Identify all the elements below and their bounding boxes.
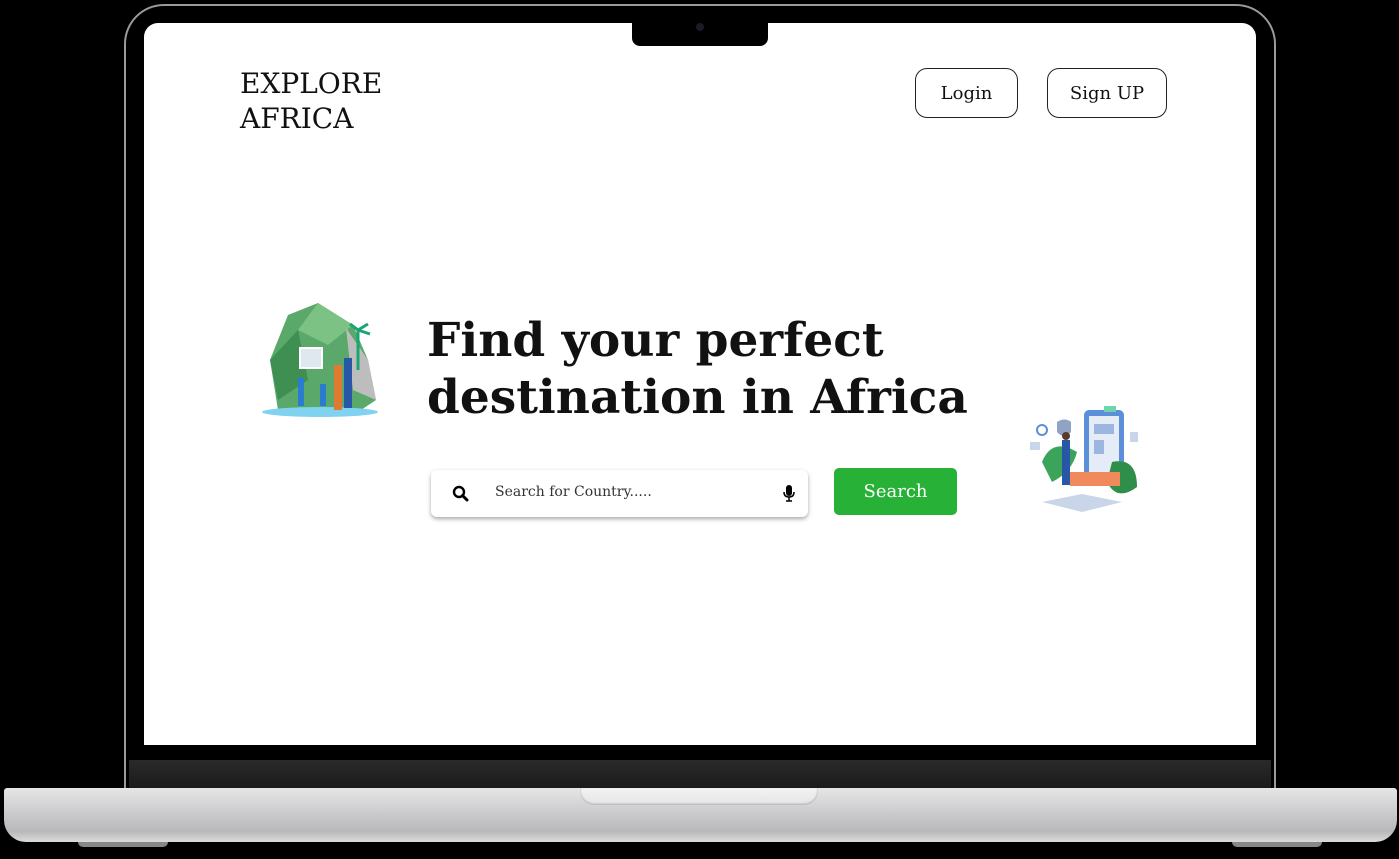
search-bar[interactable] bbox=[431, 470, 808, 517]
mobile-app-illustration bbox=[1030, 406, 1138, 512]
headline-line: Find your perfect bbox=[427, 313, 884, 368]
login-button[interactable]: Login bbox=[915, 68, 1018, 118]
laptop-foot bbox=[1232, 842, 1322, 847]
signup-button[interactable]: Sign UP bbox=[1047, 68, 1167, 118]
family-house-illustration bbox=[262, 303, 378, 417]
search-input[interactable] bbox=[495, 484, 765, 500]
laptop-foot bbox=[78, 842, 168, 847]
microphone-icon[interactable] bbox=[783, 485, 795, 502]
search-button[interactable]: Search bbox=[834, 468, 957, 515]
headline-line: destination in Africa bbox=[427, 370, 968, 425]
laptop-opening-notch bbox=[580, 788, 818, 805]
logo-line: AFRICA bbox=[240, 102, 354, 135]
site-logo[interactable]: EXPLORE AFRICA bbox=[240, 66, 382, 136]
laptop-chin bbox=[129, 760, 1271, 790]
search-icon bbox=[452, 485, 469, 502]
hero-headline: Find your perfect destination in Africa bbox=[427, 312, 968, 426]
logo-line: EXPLORE bbox=[240, 67, 383, 100]
camera-icon bbox=[696, 23, 704, 31]
